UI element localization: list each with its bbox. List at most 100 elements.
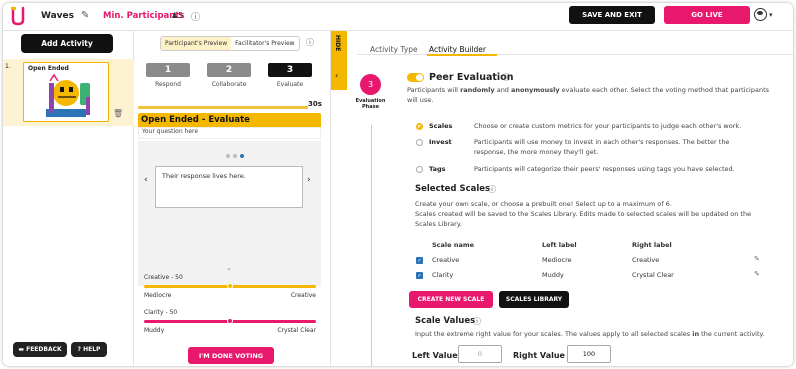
activities-sidebar: Add Activity 1. Open Ended 🗑 ▬ FEEDBACK … (3, 31, 134, 366)
feedback-button[interactable]: ▬ FEEDBACK (13, 342, 67, 357)
hide-label: HIDE (334, 35, 341, 52)
desc-line: response, the more money they'll get. (474, 148, 599, 156)
preview-panel: Participant's Preview Facilitator's Prev… (134, 31, 331, 366)
tab-facilitator-preview[interactable]: Facilitator's Preview (231, 37, 299, 50)
radio-tags[interactable] (416, 166, 423, 173)
right-value-label: Right Value (513, 351, 565, 360)
active-tab-underline (427, 54, 497, 56)
method-tags-label: Tags (429, 165, 446, 173)
scale-right-label: Crystal Clear (277, 327, 316, 334)
hide-preview-toggle[interactable]: HIDE ‹ (331, 31, 347, 90)
pagination-dot[interactable] (233, 154, 237, 158)
scale-slider-knob[interactable] (227, 318, 233, 324)
chevron-down-icon[interactable]: ▾ (769, 11, 773, 19)
edit-icon[interactable]: ✎ (754, 255, 760, 263)
pagination-dot[interactable] (226, 154, 230, 158)
desc-part: Participants will (407, 86, 461, 94)
participant-count: ♟5 (171, 11, 183, 20)
step-label: Evaluate (276, 81, 304, 88)
response-area: ‹ Their response lives here. › ⌄ (138, 141, 321, 286)
scale-slider-track[interactable] (144, 283, 316, 289)
waves-logo-icon[interactable] (10, 6, 26, 26)
step-evaluate[interactable]: 3 Evaluate (268, 63, 312, 88)
step-number: 1 (146, 63, 190, 77)
desc-line: Scales Library. (415, 220, 462, 228)
tab-participant-preview[interactable]: Participant's Preview (161, 37, 232, 50)
step-label: Respond (155, 81, 181, 88)
step-number: 3 (268, 63, 312, 77)
help-icon[interactable]: ⓘ (488, 184, 496, 195)
method-invest-desc: Participants will use money to invest in… (474, 137, 789, 157)
response-card: Their response lives here. (155, 166, 303, 208)
save-exit-button[interactable]: SAVE AND EXIT (569, 6, 655, 24)
row-left-label: Muddy (542, 271, 564, 279)
chat-icon: ▬ (18, 346, 27, 353)
help-icon[interactable]: ⓘ (306, 37, 314, 48)
desc-part: will use. (407, 96, 434, 104)
scale-slider-knob[interactable] (227, 283, 233, 289)
create-new-scale-button[interactable]: CREATE NEW SCALE (409, 291, 493, 308)
row-right-label: Crystal Clear (632, 271, 674, 279)
desc-line: Scales created will be saved to the Scal… (415, 210, 752, 218)
chevron-right-icon[interactable]: › (307, 175, 311, 185)
pagination-dot-active[interactable] (240, 154, 244, 158)
tab-activity-builder[interactable]: Activity Builder (429, 45, 486, 54)
scale-right-label: Creative (290, 292, 316, 299)
activity-thumbnail[interactable]: Open Ended (23, 62, 109, 122)
edit-icon[interactable]: ✎ (754, 270, 760, 278)
help-button[interactable]: ? HELP (71, 342, 107, 357)
top-bar: Waves ✎ Min. Participants ♟5 ⓘ SAVE AND … (3, 3, 793, 31)
scale-value: 50 (175, 274, 183, 281)
scale-values-desc: Input the extreme right value for your s… (415, 329, 790, 339)
selected-scales-title: Selected Scales (415, 184, 491, 194)
row-scale-name: Creative (432, 256, 460, 264)
trash-icon[interactable]: 🗑 (113, 109, 123, 118)
timer-text: 30s (308, 100, 322, 108)
chevron-down-icon[interactable]: ⌄ (226, 264, 232, 272)
phase-steps: 1 Respond 2 Collaborate 3 Evaluate (146, 63, 312, 88)
scale-name: Creative (144, 274, 170, 281)
col-left-label: Left label (542, 241, 577, 249)
scale-checkbox[interactable]: ✓ (416, 257, 423, 264)
scale-creative: Creative - 50 Mediocre Creative (144, 274, 316, 299)
chevron-left-icon[interactable]: ‹ (144, 175, 148, 185)
scale-checkbox[interactable]: ✓ (416, 272, 423, 279)
desc-bold-randomly: randomly (460, 86, 495, 94)
go-live-button[interactable]: GO LIVE (664, 6, 750, 24)
radio-scales[interactable] (416, 123, 423, 130)
radio-invest[interactable] (416, 139, 423, 146)
step-collaborate[interactable]: 2 Collaborate (207, 63, 251, 88)
edit-icon[interactable]: ✎ (81, 10, 89, 21)
step-respond[interactable]: 1 Respond (146, 63, 190, 88)
step-label: Collaborate (211, 81, 247, 88)
help-icon[interactable]: ⓘ (191, 10, 200, 23)
desc-part: and (494, 86, 512, 94)
participant-count-value: 5 (178, 11, 184, 20)
user-avatar-icon[interactable] (754, 8, 767, 21)
activity-builder-panel: Activity Type Activity Builder 3 Evaluat… (347, 31, 793, 366)
activity-list-item[interactable]: 1. Open Ended 🗑 (3, 59, 134, 126)
help-icon[interactable]: ⓘ (502, 72, 510, 83)
scale-slider-track[interactable] (144, 318, 316, 324)
slide-number: 1. (5, 63, 11, 70)
peer-evaluation-toggle[interactable] (407, 73, 424, 82)
scale-values-title: Scale Values (415, 316, 476, 326)
desc-part: Input the extreme right value for your s… (415, 330, 693, 338)
scale-left-label: Muddy (144, 327, 165, 334)
left-value-input[interactable]: 0 (458, 345, 502, 363)
scales-library-button[interactable]: SCALES LIBRARY (499, 291, 569, 308)
pagination-dots (226, 154, 244, 158)
scale-name: Clarity (144, 309, 164, 316)
scale-title: Creative - 50 (144, 274, 183, 281)
scale-ends: Mediocre Creative (144, 292, 316, 299)
right-value-input[interactable]: 100 (567, 345, 611, 363)
row-left-label: Mediocre (542, 256, 572, 264)
left-value-label: Left Value (412, 351, 458, 360)
done-voting-button[interactable]: I'M DONE VOTING (188, 347, 274, 364)
timer-bar (138, 106, 308, 109)
tab-activity-type[interactable]: Activity Type (370, 45, 418, 54)
add-activity-button[interactable]: Add Activity (21, 34, 113, 53)
help-icon[interactable]: ⓘ (473, 316, 481, 327)
method-scales-label: Scales (429, 122, 453, 130)
question-subtitle: Your question here (138, 127, 321, 139)
